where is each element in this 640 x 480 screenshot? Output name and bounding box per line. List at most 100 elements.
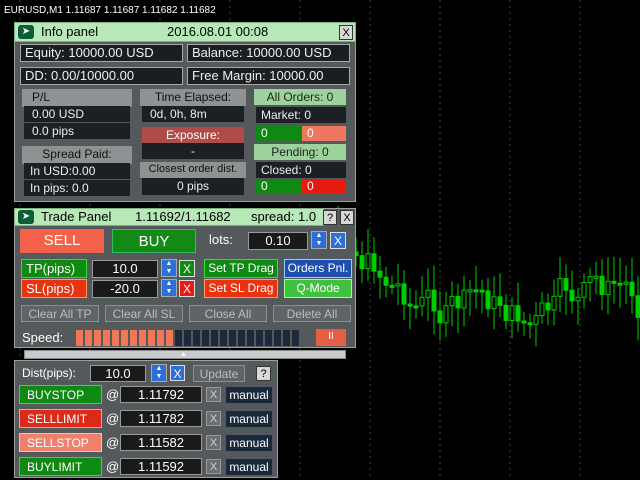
speed-segment[interactable] bbox=[130, 330, 137, 346]
closest-order-label: Closest order dist. bbox=[140, 162, 246, 178]
candle-body bbox=[461, 289, 467, 309]
order-price-input[interactable]: 1.11782 bbox=[120, 410, 202, 427]
arrow-down-icon[interactable]: ▼ bbox=[162, 288, 176, 296]
lots-clear-button[interactable]: X bbox=[330, 232, 346, 249]
speed-bar[interactable] bbox=[76, 330, 304, 346]
candle-body bbox=[497, 296, 503, 306]
candle-body bbox=[413, 305, 419, 309]
candle-body bbox=[575, 296, 581, 302]
sl-input[interactable]: -20.0 bbox=[92, 280, 158, 298]
trade-panel-spread: spread: 1.0 bbox=[251, 209, 317, 224]
speed-segment[interactable] bbox=[238, 330, 245, 346]
speed-segment[interactable] bbox=[292, 330, 299, 346]
speed-segment[interactable] bbox=[121, 330, 128, 346]
speed-segment[interactable] bbox=[148, 330, 155, 346]
delete-all-button[interactable]: Delete All bbox=[273, 305, 351, 322]
info-panel-title: Info panel bbox=[41, 24, 99, 39]
candle-body bbox=[515, 305, 521, 322]
q-mode-button[interactable]: Q-Mode bbox=[284, 279, 352, 298]
tp-pips-toggle[interactable]: TP(pips) bbox=[21, 259, 87, 278]
sl-pips-toggle[interactable]: SL(pips) bbox=[21, 279, 87, 298]
speed-segment[interactable] bbox=[229, 330, 236, 346]
tp-clear-button[interactable]: X bbox=[179, 260, 195, 277]
tp-stepper[interactable]: ▲ ▼ bbox=[161, 259, 177, 277]
order-clear-button[interactable]: X bbox=[206, 387, 221, 402]
speed-segment[interactable] bbox=[112, 330, 119, 346]
spread-paid-label: Spread Paid: bbox=[22, 146, 132, 164]
manual-button[interactable]: manual bbox=[225, 386, 273, 404]
speed-segment[interactable] bbox=[283, 330, 290, 346]
manual-button[interactable]: manual bbox=[225, 434, 273, 452]
manual-button[interactable]: manual bbox=[225, 410, 273, 428]
order-type-button[interactable]: SELLSTOP bbox=[19, 433, 102, 452]
speed-segment[interactable] bbox=[265, 330, 272, 346]
trade-panel-close-button[interactable]: X bbox=[340, 210, 354, 225]
at-sign: @ bbox=[106, 435, 120, 450]
order-price-input[interactable]: 1.11592 bbox=[120, 458, 202, 475]
speed-segment[interactable] bbox=[247, 330, 254, 346]
order-type-button[interactable]: BUYLIMIT bbox=[19, 457, 102, 476]
arrow-up-icon[interactable]: ▲ bbox=[312, 232, 326, 240]
speed-segment[interactable] bbox=[139, 330, 146, 346]
trade-panel-help-button[interactable]: ? bbox=[323, 210, 337, 225]
info-panel-header[interactable]: ➤ Info panel 2016.08.01 00:08 X bbox=[14, 22, 356, 42]
pending-help-button[interactable]: ? bbox=[256, 366, 271, 381]
spread-usd-value: In USD:0.00 bbox=[24, 163, 130, 179]
arrow-up-icon[interactable]: ▲ bbox=[162, 280, 176, 288]
tp-input[interactable]: 10.0 bbox=[92, 260, 158, 278]
dist-stepper[interactable]: ▲ ▼ bbox=[151, 364, 167, 382]
candle-body bbox=[377, 270, 383, 278]
speed-segment[interactable] bbox=[202, 330, 209, 346]
arrow-down-icon[interactable]: ▼ bbox=[152, 373, 166, 381]
closest-order-value: 0 pips bbox=[142, 178, 244, 195]
speed-segment[interactable] bbox=[76, 330, 83, 346]
sl-stepper[interactable]: ▲ ▼ bbox=[161, 279, 177, 297]
speed-segment[interactable] bbox=[166, 330, 173, 346]
order-clear-button[interactable]: X bbox=[206, 411, 221, 426]
set-tp-drag-button[interactable]: Set TP Drag bbox=[204, 259, 278, 278]
arrow-up-icon[interactable]: ▲ bbox=[152, 365, 166, 373]
chevron-up-icon[interactable]: ▲ bbox=[180, 351, 187, 358]
speed-segment[interactable] bbox=[256, 330, 263, 346]
arrow-up-icon[interactable]: ▲ bbox=[162, 260, 176, 268]
order-clear-button[interactable]: X bbox=[206, 435, 221, 450]
speed-segment[interactable] bbox=[274, 330, 281, 346]
candle-body bbox=[563, 278, 569, 291]
order-price-input[interactable]: 1.11582 bbox=[120, 434, 202, 451]
orders-pnl-button[interactable]: Orders Pnl. bbox=[284, 259, 352, 278]
speed-segment[interactable] bbox=[103, 330, 110, 346]
clear-all-tp-button[interactable]: Clear All TP bbox=[21, 305, 99, 322]
speed-segment[interactable] bbox=[85, 330, 92, 346]
speed-segment[interactable] bbox=[193, 330, 200, 346]
lots-input[interactable]: 0.10 bbox=[248, 232, 308, 250]
speed-segment[interactable] bbox=[157, 330, 164, 346]
sl-clear-button[interactable]: X bbox=[179, 280, 195, 297]
order-price-input[interactable]: 1.11792 bbox=[120, 386, 202, 403]
order-type-button[interactable]: SELLLIMIT bbox=[19, 409, 102, 428]
arrow-down-icon[interactable]: ▼ bbox=[312, 240, 326, 248]
set-sl-drag-button[interactable]: Set SL Drag bbox=[204, 279, 278, 298]
speed-segment[interactable] bbox=[211, 330, 218, 346]
dist-input[interactable]: 10.0 bbox=[90, 365, 146, 382]
trade-panel-header[interactable]: ➤ Trade Panel 1.11692/1.11682 spread: 1.… bbox=[14, 208, 324, 226]
speed-segment[interactable] bbox=[220, 330, 227, 346]
clear-all-sl-button[interactable]: Clear All SL bbox=[105, 305, 183, 322]
speed-segment[interactable] bbox=[94, 330, 101, 346]
lots-stepper[interactable]: ▲ ▼ bbox=[311, 231, 327, 249]
buy-button[interactable]: BUY bbox=[112, 229, 196, 253]
speed-segment[interactable] bbox=[175, 330, 182, 346]
manual-button[interactable]: manual bbox=[225, 458, 273, 476]
arrow-down-icon[interactable]: ▼ bbox=[162, 268, 176, 276]
order-clear-button[interactable]: X bbox=[206, 459, 221, 474]
update-button[interactable]: Update bbox=[193, 365, 245, 382]
sell-button[interactable]: SELL bbox=[20, 229, 104, 253]
speed-segment[interactable] bbox=[184, 330, 191, 346]
pause-button[interactable]: II bbox=[316, 329, 346, 346]
dist-clear-button[interactable]: X bbox=[170, 365, 185, 381]
candle-body bbox=[395, 283, 401, 287]
close-all-button[interactable]: Close All bbox=[189, 305, 267, 322]
info-panel-close-button[interactable]: X bbox=[339, 25, 353, 40]
order-type-button[interactable]: BUYSTOP bbox=[19, 385, 102, 404]
dd-field: DD: 0.00/10000.00 bbox=[20, 67, 183, 85]
candle-body bbox=[455, 295, 461, 309]
